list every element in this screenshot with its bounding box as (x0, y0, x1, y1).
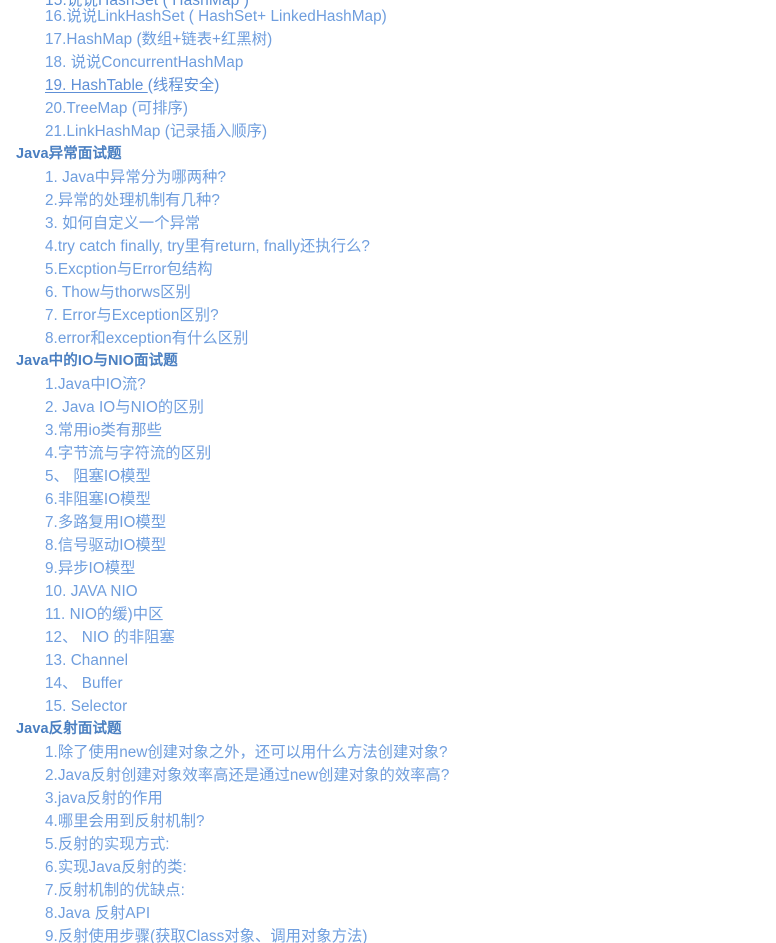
section-heading: Java中的IO与NIO面试题 (16, 353, 178, 369)
outline-item: 2.Java反射创建对象效率高还是通过new创建对象的效率高? (45, 767, 450, 784)
outline-item: 2. Java IO与NIO的区别 (45, 399, 204, 416)
outline-item: 3.常用io类有那些 (45, 422, 162, 439)
section-heading: Java反射面试题 (16, 721, 122, 737)
outline-item: 16.说说LinkHashSet ( HashSet+ LinkedHashMa… (45, 8, 387, 25)
outline-item: 10. JAVA NIO (45, 583, 138, 600)
outline-item: 7.多路复用IO模型 (45, 514, 167, 531)
outline-item: 12、 NIO 的非阻塞 (45, 629, 175, 646)
document-page: 15.说说HashSet ( HashMap ) 16.说说LinkHashSe… (0, 0, 776, 943)
outline-item: 9.反射使用步骤(获取Class对象、调用对象方法) (45, 928, 368, 943)
outline-item: 8.信号驱动IO模型 (45, 537, 167, 554)
outline-item: 8.error和exception有什么区别 (45, 330, 249, 347)
outline-section: 16.说说LinkHashSet ( HashSet+ LinkedHashMa… (0, 5, 776, 143)
outline-content: 16.说说LinkHashSet ( HashSet+ LinkedHashMa… (0, 5, 776, 943)
outline-item: 13. Channel (45, 652, 129, 669)
outline-item: 14、 Buffer (45, 675, 123, 692)
outline-item: 6. Thow与thorws区别 (45, 284, 191, 301)
outline-item: 5.Excption与Error包结构 (45, 261, 213, 278)
outline-item: 21.LinkHashMap (记录插入顺序) (45, 123, 268, 140)
outline-item-list: 1.Java中IO流? 2. Java IO与NIO的区别 3.常用io类有那些 4.… (0, 373, 776, 718)
outline-item: 6.实现Java反射的类: (45, 859, 187, 876)
outline-item-rest-text: (线程安全) (147, 77, 220, 94)
outline-item: 1.除了使用new创建对象之外，还可以用什么方法创建对象? (45, 744, 448, 761)
outline-item: 4.哪里会用到反射机制? (45, 813, 205, 830)
outline-item-link-text[interactable]: 19. HashTable (45, 77, 148, 94)
outline-item: 3. 如何自定义一个异常 (45, 215, 201, 232)
outline-link-item[interactable]: 19. HashTable (线程安全) (0, 74, 776, 97)
outline-item: 5.反射的实现方式: (45, 836, 170, 853)
outline-item: 4.字节流与字符流的区别 (45, 445, 212, 462)
outline-item: 1. Java中异常分为哪两种? (45, 169, 227, 186)
outline-item: 3.java反射的作用 (45, 790, 163, 807)
outline-item: 7.反射机制的优缺点: (45, 882, 185, 899)
outline-item: 18. 说说ConcurrentHashMap (45, 54, 244, 71)
outline-item: 9.异步IO模型 (45, 560, 136, 577)
outline-item: 5、 阻塞IO模型 (45, 468, 151, 485)
outline-item: 8.Java 反射API (45, 905, 151, 922)
outline-item: 11. NIO的缓)中区 (45, 606, 164, 623)
outline-item: 15. Selector (45, 698, 128, 715)
outline-section: Java反射面试题 1.除了使用new创建对象之外，还可以用什么方法创建对象? 2.… (0, 718, 776, 943)
outline-item: 1.Java中IO流? (45, 376, 146, 393)
outline-item: 6.非阻塞IO模型 (45, 491, 151, 508)
section-heading: Java异常面试题 (16, 146, 122, 162)
outline-item-list: 1.除了使用new创建对象之外，还可以用什么方法创建对象? 2.Java反射创建对… (0, 741, 776, 943)
outline-item-list: 1. Java中异常分为哪两种? 2.异常的处理机制有几种? 3. 如何自定义一个异… (0, 166, 776, 350)
outline-item: 7. Error与Exception区别? (45, 307, 219, 324)
outline-section: Java中的IO与NIO面试题 1.Java中IO流? 2. Java IO与NIO… (0, 350, 776, 718)
outline-item: 4.try catch finally, try里有return, fnally… (45, 238, 370, 255)
outline-item-list: 16.说说LinkHashSet ( HashSet+ LinkedHashMa… (0, 5, 776, 143)
outline-item: 20.TreeMap (可排序) (45, 100, 189, 117)
outline-section: Java异常面试题 1. Java中异常分为哪两种? 2.异常的处理机制有几种? 3.… (0, 143, 776, 350)
outline-item: 17.HashMap (数组+链表+红黑树) (45, 31, 273, 48)
outline-item: 2.异常的处理机制有几种? (45, 192, 220, 209)
